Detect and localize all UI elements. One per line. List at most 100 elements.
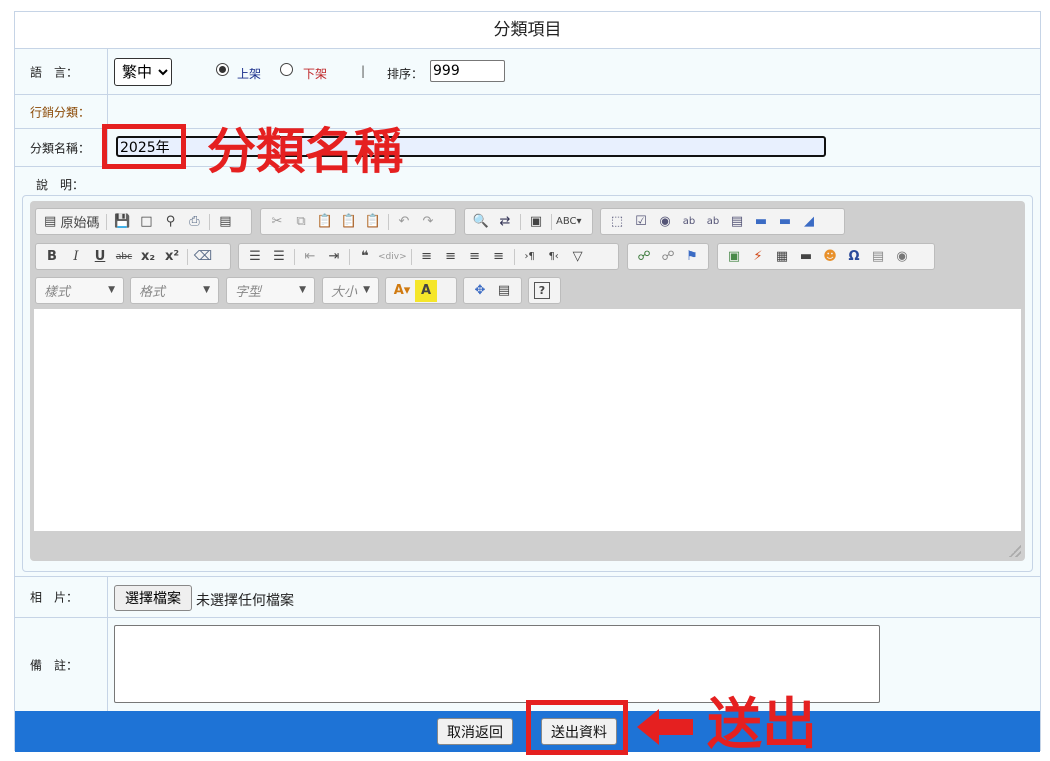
category-name-highlight — [102, 124, 186, 169]
on-shelf-radio[interactable] — [216, 63, 229, 76]
format-combo-label: 格式 — [139, 285, 166, 300]
help-icon[interactable]: ? — [534, 282, 550, 299]
toolbar-separator — [388, 213, 389, 230]
unlink-icon[interactable]: ☍ — [657, 246, 679, 268]
toolbar-group-links: ☍ ☍ ⚑ — [627, 243, 709, 270]
special-char-icon[interactable]: Ω — [843, 246, 865, 268]
marketing-label: 行銷分類： — [30, 105, 91, 119]
toolbar-separator — [294, 248, 295, 265]
off-shelf-radio[interactable] — [280, 63, 293, 76]
underline-icon[interactable]: U — [89, 246, 111, 268]
save-icon[interactable]: 💾 — [111, 211, 133, 233]
toolbar-group-insert: ▣ ⚡ ▦ ▬ ☻ Ω ▤ ◉ — [717, 243, 935, 270]
toolbar-group-forms: ⬚ ☑ ◉ ab ab ▤ ▬ ▬ ◢ — [600, 208, 845, 235]
source-icon: ▤ — [44, 214, 57, 229]
format-combo[interactable]: 格式 ▼ — [130, 277, 219, 304]
select-field-icon[interactable]: ▤ — [726, 211, 748, 233]
textfield-icon[interactable]: ab — [678, 211, 700, 233]
font-combo[interactable]: 字型 ▼ — [226, 277, 315, 304]
toolbar-group-tools: ✥ ▤ — [463, 277, 522, 304]
align-left-icon[interactable]: ≡ — [416, 246, 438, 268]
blockquote-icon[interactable]: ❝ — [354, 246, 376, 268]
language-label-cell: 語 言： — [15, 49, 108, 94]
replace-icon[interactable]: ⇄ — [494, 211, 516, 233]
align-right-icon[interactable]: ≡ — [464, 246, 486, 268]
preview-icon[interactable]: ⚲ — [159, 211, 181, 233]
toolbar-group-colors: A▾ A — [385, 277, 457, 304]
show-blocks-icon[interactable]: ▤ — [493, 280, 515, 302]
resize-handle-icon[interactable] — [1009, 545, 1021, 557]
language-icon[interactable]: ▽ — [567, 246, 589, 268]
strike-icon[interactable]: abc — [113, 246, 135, 268]
undo-icon[interactable]: ↶ — [393, 211, 415, 233]
radio-icon[interactable]: ◉ — [654, 211, 676, 233]
size-combo[interactable]: 大小 ▼ — [322, 277, 379, 304]
toolbar-group-paragraph: ☰ ☰ ⇤ ⇥ ❝ <div> ≡ ≡ ≡ ≡ ›¶ ¶‹ ▽ — [238, 243, 619, 270]
toolbar-group-about: ? — [528, 277, 561, 304]
table-icon[interactable]: ▦ — [771, 246, 793, 268]
paste-icon[interactable]: 📋 — [314, 211, 336, 233]
print-icon[interactable]: ⎙ — [183, 211, 205, 233]
div-container-icon[interactable]: <div> — [378, 246, 407, 268]
italic-icon[interactable]: I — [65, 246, 87, 268]
editor-content-area[interactable] — [34, 309, 1021, 531]
form-title: 分類項目 — [15, 12, 1040, 49]
category-name-label-cell: 分類名稱： — [15, 129, 108, 166]
find-icon[interactable]: 🔍 — [470, 211, 492, 233]
form-icon[interactable]: ⬚ — [606, 211, 628, 233]
toolbar-separator — [551, 213, 552, 230]
button-icon[interactable]: ▬ — [750, 211, 772, 233]
paste-text-icon[interactable]: 📋 — [338, 211, 360, 233]
styles-combo-label: 樣式 — [44, 285, 71, 300]
rtl-icon[interactable]: ¶‹ — [543, 246, 565, 268]
link-icon[interactable]: ☍ — [633, 246, 655, 268]
anchor-icon[interactable]: ⚑ — [681, 246, 703, 268]
styles-combo[interactable]: 樣式 ▼ — [35, 277, 124, 304]
sort-input[interactable] — [430, 60, 505, 82]
flash-icon[interactable]: ⚡ — [747, 246, 769, 268]
font-combo-label: 字型 — [235, 285, 262, 300]
image-button-icon[interactable]: ▬ — [774, 211, 796, 233]
language-select[interactable]: 繁中 — [114, 58, 172, 86]
templates-icon[interactable]: ▤ — [214, 211, 236, 233]
indent-icon[interactable]: ⇥ — [323, 246, 345, 268]
horizontal-rule-icon[interactable]: ▬ — [795, 246, 817, 268]
new-page-icon[interactable]: □ — [135, 211, 157, 233]
numbered-list-icon[interactable]: ☰ — [244, 246, 266, 268]
spellcheck-icon[interactable]: ABC▾ — [556, 211, 582, 233]
subscript-icon[interactable]: x₂ — [137, 246, 159, 268]
iframe-icon[interactable]: ◉ — [891, 246, 913, 268]
choose-file-button[interactable]: 選擇檔案 — [114, 585, 192, 611]
smiley-icon[interactable]: ☻ — [819, 246, 841, 268]
ltr-icon[interactable]: ›¶ — [519, 246, 541, 268]
paste-word-icon[interactable]: 📋 — [362, 211, 384, 233]
category-name-callout: 分類名稱 — [207, 123, 404, 180]
superscript-icon[interactable]: x² — [161, 246, 183, 268]
source-button[interactable]: ▤ 原始碼 — [41, 211, 102, 233]
cut-icon[interactable]: ✂ — [266, 211, 288, 233]
textarea-icon[interactable]: ab — [702, 211, 724, 233]
sort-label: 排序： — [387, 67, 424, 81]
toolbar-group-editing: 🔍 ⇄ ▣ ABC▾ — [464, 208, 593, 235]
hidden-field-icon[interactable]: ◢ — [798, 211, 820, 233]
page-break-icon[interactable]: ▤ — [867, 246, 889, 268]
checkbox-icon[interactable]: ☑ — [630, 211, 652, 233]
bg-color-icon[interactable]: A — [415, 279, 437, 302]
bulleted-list-icon[interactable]: ☰ — [268, 246, 290, 268]
redo-icon[interactable]: ↷ — [417, 211, 439, 233]
maximize-icon[interactable]: ✥ — [469, 280, 491, 302]
photo-row: 相 片： 選擇檔案 未選擇任何檔案 — [15, 576, 1040, 618]
toolbar-group-basicstyles: B I U abc x₂ x² ⌫ — [35, 243, 231, 270]
justify-icon[interactable]: ≡ — [488, 246, 510, 268]
memo-label-cell: 備 註： — [15, 618, 108, 711]
toolbar-separator — [410, 248, 412, 265]
copy-icon[interactable]: ⧉ — [290, 211, 312, 233]
bold-icon[interactable]: B — [41, 246, 63, 268]
text-color-icon[interactable]: A▾ — [391, 280, 413, 302]
align-center-icon[interactable]: ≡ — [440, 246, 462, 268]
select-all-icon[interactable]: ▣ — [525, 211, 547, 233]
remove-format-icon[interactable]: ⌫ — [192, 246, 214, 268]
outdent-icon[interactable]: ⇤ — [299, 246, 321, 268]
image-icon[interactable]: ▣ — [723, 246, 745, 268]
cancel-button[interactable]: 取消返回 — [437, 718, 513, 745]
